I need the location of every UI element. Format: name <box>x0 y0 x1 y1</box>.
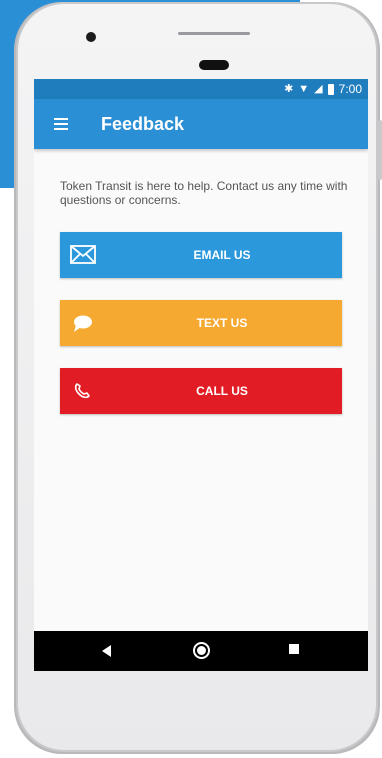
email-us-label: EMAIL US <box>193 248 251 262</box>
signal-icon: ◢ <box>314 83 323 95</box>
wifi-icon: ▼ <box>298 83 310 95</box>
email-us-button[interactable]: EMAIL US <box>60 232 342 278</box>
earpiece-speaker <box>178 32 250 35</box>
page-title: Feedback <box>101 114 185 134</box>
status-bar: ✱ ▼ ◢ 7:00 <box>34 79 368 99</box>
navigation-bar <box>34 631 368 671</box>
recent-apps-icon[interactable] <box>289 644 299 654</box>
phone-screen: ✱ ▼ ◢ 7:00 Feedback Token Transit is her… <box>34 79 368 671</box>
front-camera <box>86 32 96 42</box>
hamburger-menu-icon[interactable] <box>54 118 68 130</box>
text-us-button[interactable]: TEXT US <box>60 300 342 346</box>
back-icon[interactable] <box>102 645 111 657</box>
home-icon[interactable] <box>193 642 210 659</box>
text-us-label: TEXT US <box>196 316 248 330</box>
call-us-label: CALL US <box>196 384 248 398</box>
power-button <box>378 120 382 180</box>
bluetooth-icon: ✱ <box>284 83 294 95</box>
status-time: 7:00 <box>338 82 362 96</box>
call-us-button[interactable]: CALL US <box>60 368 342 414</box>
status-icons: ✱ ▼ ◢ 7:00 <box>284 81 362 97</box>
app-bar: Feedback <box>34 99 368 149</box>
proximity-sensor <box>199 60 229 70</box>
help-text: Token Transit is here to help. Contact u… <box>60 179 348 207</box>
battery-icon <box>327 83 334 95</box>
